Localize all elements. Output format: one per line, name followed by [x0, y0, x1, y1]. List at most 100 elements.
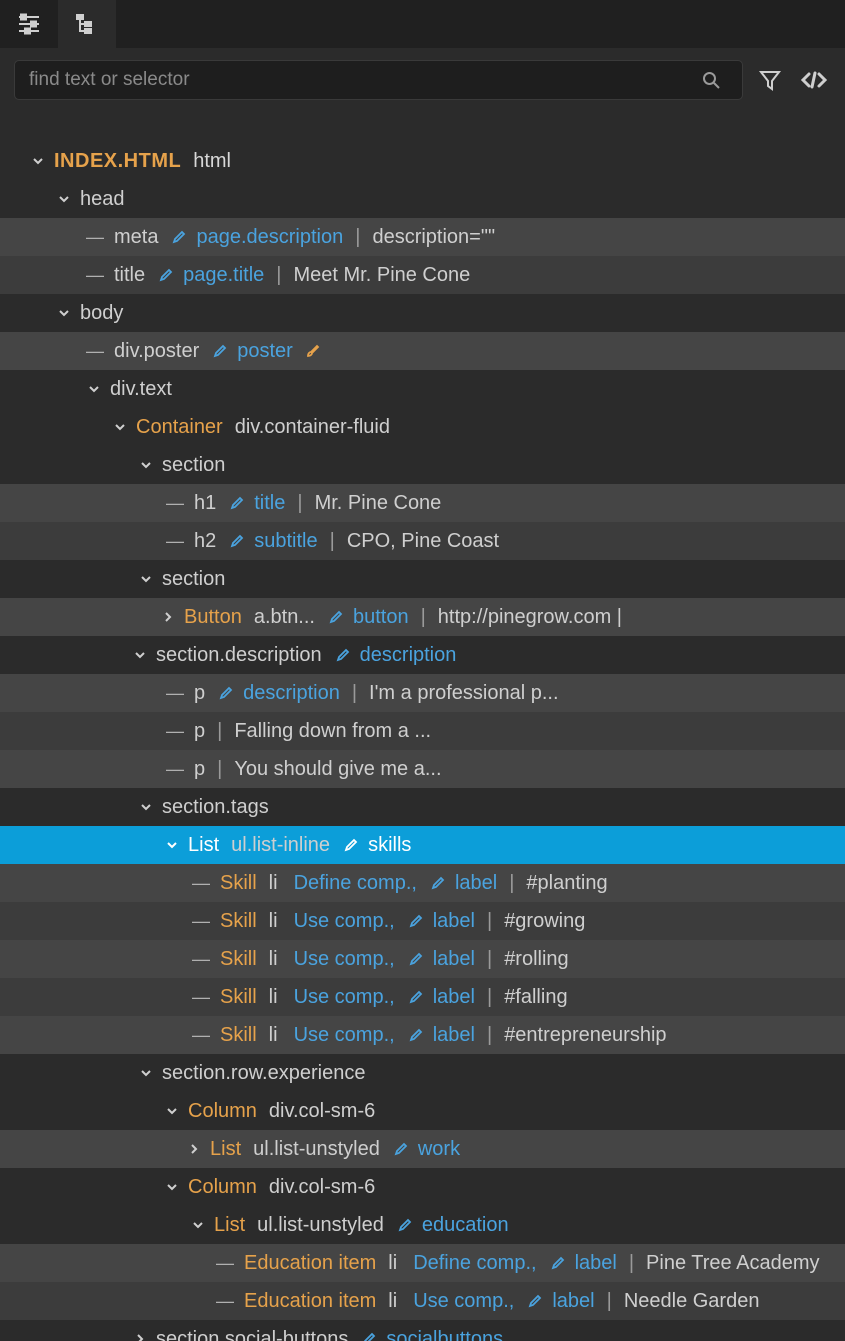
chevron-down-icon[interactable] [130, 645, 150, 665]
binding-name[interactable]: label [433, 986, 475, 1009]
tree-node-container[interactable]: Container div.container-fluid [0, 408, 845, 446]
tree-node-skills-list[interactable]: List ul.list-inline skills [0, 826, 845, 864]
pencil-icon[interactable] [230, 534, 244, 548]
chevron-right-icon[interactable] [130, 1329, 150, 1341]
pencil-icon[interactable] [551, 1256, 565, 1270]
action-link[interactable]: Define comp., [413, 1252, 536, 1275]
chevron-down-icon[interactable] [188, 1215, 208, 1235]
chevron-right-icon[interactable] [184, 1139, 204, 1159]
code-icon[interactable] [797, 69, 831, 91]
binding-name[interactable]: page.title [183, 264, 264, 287]
chevron-down-icon[interactable] [162, 1101, 182, 1121]
binding-name[interactable]: page.description [196, 226, 343, 249]
action-link[interactable]: Use comp., [294, 986, 395, 1009]
tree-node-h1[interactable]: — h1 title | Mr. Pine Cone [0, 484, 845, 522]
binding-name[interactable]: label [433, 1024, 475, 1047]
pencil-icon[interactable] [409, 1028, 423, 1042]
tree-node-button[interactable]: Button a.btn... button | http://pinegrow… [0, 598, 845, 636]
chevron-down-icon[interactable] [136, 569, 156, 589]
brush-icon[interactable] [305, 343, 321, 359]
binding-name[interactable]: education [422, 1214, 509, 1237]
action-link[interactable]: Use comp., [294, 910, 395, 933]
tree-node-section-experience[interactable]: section.row.experience [0, 1054, 845, 1092]
binding-name[interactable]: button [353, 606, 409, 629]
tab-filters[interactable] [0, 0, 58, 48]
chevron-down-icon[interactable] [54, 189, 74, 209]
binding-name[interactable]: skills [368, 834, 411, 857]
binding-name[interactable]: poster [237, 340, 293, 363]
action-link[interactable]: Define comp., [294, 872, 417, 895]
search-input[interactable] [29, 69, 694, 91]
binding-name[interactable]: label [433, 910, 475, 933]
binding-name[interactable]: description [243, 682, 340, 705]
chevron-down-icon[interactable] [136, 1063, 156, 1083]
binding-name[interactable]: label [433, 948, 475, 971]
tree-node-p[interactable]: — p | Falling down from a ... [0, 712, 845, 750]
pencil-icon[interactable] [394, 1142, 408, 1156]
tree-node-poster[interactable]: — div.poster poster [0, 332, 845, 370]
tree-node-education-list[interactable]: List ul.list-unstyled education [0, 1206, 845, 1244]
pencil-icon[interactable] [362, 1332, 376, 1341]
tree-node-head[interactable]: head [0, 180, 845, 218]
tree-node-skill[interactable]: — Skill li Use comp., label | #entrepren… [0, 1016, 845, 1054]
tree-node-divtext[interactable]: div.text [0, 370, 845, 408]
pencil-icon[interactable] [219, 686, 233, 700]
chevron-down-icon[interactable] [162, 1177, 182, 1197]
tree-node-p[interactable]: — p description | I'm a professional p..… [0, 674, 845, 712]
chevron-down-icon[interactable] [136, 455, 156, 475]
chevron-down-icon[interactable] [84, 379, 104, 399]
tree-node-section-tags[interactable]: section.tags [0, 788, 845, 826]
tree-node-education-item[interactable]: — Education item li Define comp., label … [0, 1244, 845, 1282]
tree-node-section[interactable]: section [0, 446, 845, 484]
action-link[interactable]: Use comp., [294, 948, 395, 971]
pencil-icon[interactable] [336, 648, 350, 662]
pencil-icon[interactable] [409, 990, 423, 1004]
binding-name[interactable]: work [418, 1138, 460, 1161]
pencil-icon[interactable] [159, 268, 173, 282]
chevron-right-icon[interactable] [158, 607, 178, 627]
tree-node-file[interactable]: INDEX.HTML html [0, 142, 845, 180]
action-link[interactable]: Use comp., [294, 1024, 395, 1047]
tree-node-p[interactable]: — p | You should give me a... [0, 750, 845, 788]
binding-name[interactable]: label [575, 1252, 617, 1275]
chevron-down-icon[interactable] [28, 151, 48, 171]
tree-node-skill[interactable]: — Skill li Use comp., label | #growing [0, 902, 845, 940]
action-link[interactable]: Use comp., [413, 1290, 514, 1313]
tree-node-body[interactable]: body [0, 294, 845, 332]
pencil-icon[interactable] [431, 876, 445, 890]
tree-node-education-item[interactable]: — Education item li Use comp., label | N… [0, 1282, 845, 1320]
pencil-icon[interactable] [344, 838, 358, 852]
pencil-icon[interactable] [528, 1294, 542, 1308]
pencil-icon[interactable] [213, 344, 227, 358]
pencil-icon[interactable] [409, 952, 423, 966]
chevron-down-icon[interactable] [110, 417, 130, 437]
chevron-down-icon[interactable] [136, 797, 156, 817]
tree-node-skill[interactable]: — Skill li Use comp., label | #falling [0, 978, 845, 1016]
tree-node-column[interactable]: Column div.col-sm-6 [0, 1168, 845, 1206]
binding-name[interactable]: socialbuttons [386, 1328, 503, 1341]
tree-node-h2[interactable]: — h2 subtitle | CPO, Pine Coast [0, 522, 845, 560]
filter-icon[interactable] [753, 67, 787, 93]
pencil-icon[interactable] [409, 914, 423, 928]
tree-node-social-buttons[interactable]: section.social-buttons socialbuttons [0, 1320, 845, 1341]
chevron-down-icon[interactable] [162, 835, 182, 855]
tree-node-skill[interactable]: — Skill li Define comp., label | #planti… [0, 864, 845, 902]
tree-node-skill[interactable]: — Skill li Use comp., label | #rolling [0, 940, 845, 978]
pencil-icon[interactable] [230, 496, 244, 510]
tree-node-section-description[interactable]: section.description description [0, 636, 845, 674]
tree-node-meta[interactable]: — meta page.description | description="" [0, 218, 845, 256]
pencil-icon[interactable] [172, 230, 186, 244]
binding-name[interactable]: description [360, 644, 457, 667]
pencil-icon[interactable] [398, 1218, 412, 1232]
search-box[interactable] [14, 60, 743, 100]
binding-name[interactable]: label [552, 1290, 594, 1313]
binding-name[interactable]: title [254, 492, 285, 515]
tree-node-title[interactable]: — title page.title | Meet Mr. Pine Cone [0, 256, 845, 294]
tree-node-section[interactable]: section [0, 560, 845, 598]
chevron-down-icon[interactable] [54, 303, 74, 323]
binding-name[interactable]: label [455, 872, 497, 895]
pencil-icon[interactable] [329, 610, 343, 624]
tree-node-work-list[interactable]: List ul.list-unstyled work [0, 1130, 845, 1168]
binding-name[interactable]: subtitle [254, 530, 317, 553]
tab-tree[interactable] [58, 0, 116, 48]
